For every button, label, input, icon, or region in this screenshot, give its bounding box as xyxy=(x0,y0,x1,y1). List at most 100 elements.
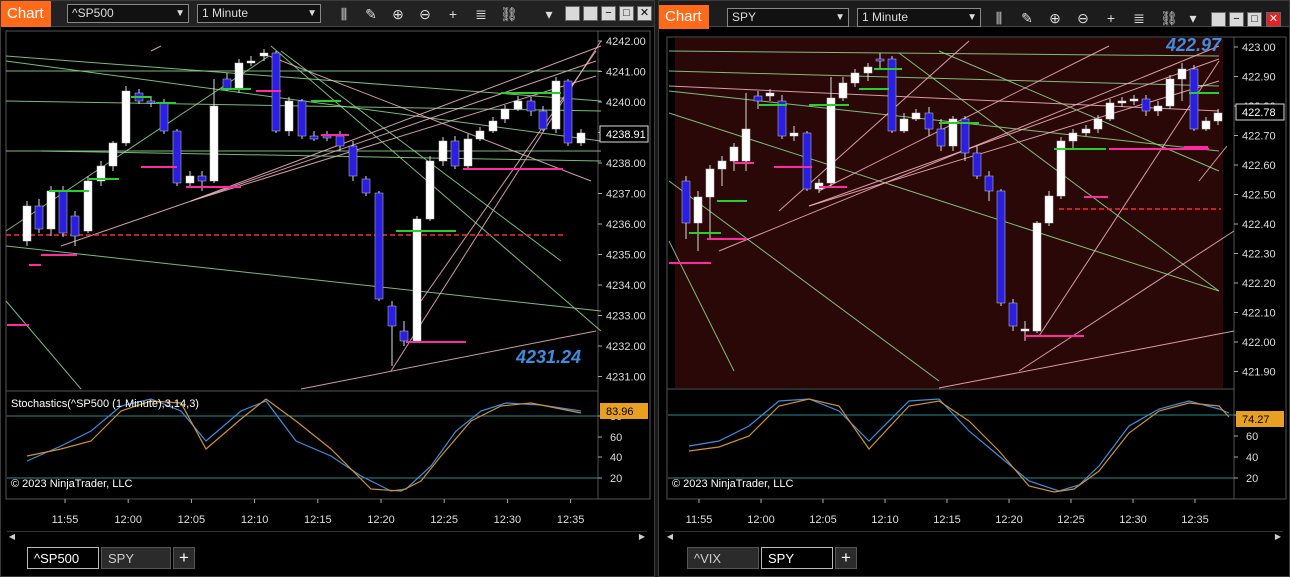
tab-spy[interactable]: SPY xyxy=(761,547,833,569)
time-axis-label: 12:05 xyxy=(809,514,837,526)
price-axis-label: 4236.00 xyxy=(606,219,646,231)
candle-body xyxy=(284,100,294,132)
current-price-label: 422.78 xyxy=(1242,107,1276,119)
add-tab-button[interactable]: + xyxy=(173,547,195,569)
candle-body xyxy=(172,130,182,184)
candle-body xyxy=(335,135,345,147)
candle-body xyxy=(526,100,536,112)
current-price-label: 4238.91 xyxy=(606,129,646,141)
candle-body xyxy=(538,110,548,130)
horizontal-scrollbar[interactable] xyxy=(7,531,647,543)
candle-body xyxy=(563,80,573,144)
add-tab-button[interactable]: + xyxy=(835,547,857,569)
candle-body xyxy=(924,112,934,130)
price-axis-label: 422.60 xyxy=(1242,160,1276,172)
candle-body xyxy=(1141,98,1151,112)
time-axis-label: 12:30 xyxy=(494,514,522,526)
candle-body xyxy=(899,118,909,132)
last-price-display: 422.97 xyxy=(1165,35,1222,55)
tab-vix[interactable]: ^VIX xyxy=(687,547,759,569)
horizontal-scrollbar[interactable] xyxy=(665,531,1283,543)
candle-body xyxy=(729,146,739,162)
candle-body xyxy=(209,105,219,182)
tab-sp500[interactable]: ^SP500 xyxy=(27,547,99,569)
candle-body xyxy=(1153,105,1163,112)
candle-body xyxy=(996,190,1006,304)
candle-body xyxy=(1068,132,1078,142)
price-axis-label: 422.00 xyxy=(1242,337,1276,349)
indicator-value-label: 74.27 xyxy=(1242,414,1270,426)
candle-body xyxy=(753,95,763,102)
candle-body xyxy=(1008,302,1018,327)
time-axis-label: 12:00 xyxy=(747,514,775,526)
candle-body xyxy=(1044,195,1054,224)
time-axis-label: 12:25 xyxy=(430,514,458,526)
copyright-text: © 2023 NinjaTrader, LLC xyxy=(672,478,793,490)
candle-body xyxy=(1105,102,1115,120)
osc-axis-label: 40 xyxy=(1246,452,1258,464)
time-axis-label: 12:15 xyxy=(933,514,961,526)
candle-body xyxy=(121,90,131,144)
candle-body xyxy=(46,190,56,230)
time-axis-label: 12:15 xyxy=(304,514,332,526)
candle-body xyxy=(765,92,775,97)
price-axis-label: 4237.00 xyxy=(606,189,646,201)
candle-body xyxy=(374,192,384,300)
candle-body xyxy=(1177,68,1187,80)
candle-body xyxy=(936,128,946,147)
indicator-value-label: 83.96 xyxy=(606,406,634,418)
time-axis-label: 12:25 xyxy=(1057,514,1085,526)
candle-body xyxy=(83,180,93,232)
candle-body xyxy=(513,100,523,110)
candle-body xyxy=(802,132,812,190)
candle-body xyxy=(309,135,319,140)
candle-body xyxy=(108,142,118,167)
price-axis-label: 4232.00 xyxy=(606,341,646,353)
scroll-left-icon[interactable]: ◀ xyxy=(7,531,17,542)
candle-body xyxy=(1020,328,1030,332)
scroll-right-icon[interactable]: ▶ xyxy=(637,531,647,542)
scroll-right-icon[interactable]: ▶ xyxy=(1273,531,1283,542)
time-axis-label: 12:35 xyxy=(1181,514,1209,526)
candle-body xyxy=(551,80,561,130)
candle-body xyxy=(70,215,80,237)
candle-body xyxy=(361,178,371,194)
candle-body xyxy=(1129,98,1139,102)
price-axis-label: 422.70 xyxy=(1242,131,1276,143)
time-axis-label: 11:55 xyxy=(686,514,713,526)
candle-body xyxy=(322,135,332,139)
price-chart-panel[interactable]: 4242.004241.004240.004239.004238.004237.… xyxy=(1,1,656,577)
scroll-left-icon[interactable]: ◀ xyxy=(665,531,675,542)
time-axis-label: 12:10 xyxy=(871,514,899,526)
chart-window-right: Chart SPY ▼ 1 Minute ▼ ⫼ ✎ ⊕ ⊖ + ≣ ⛓ ▾ − □… xyxy=(658,0,1290,577)
candle-body xyxy=(705,168,715,198)
tab-bar: ^SP500 SPY + xyxy=(1,544,654,576)
candle-body xyxy=(259,52,269,57)
candle-body xyxy=(159,102,169,132)
time-axis-label: 12:00 xyxy=(114,514,142,526)
chart-window-left: Chart ^SP500 ▼ 1 Minute ▼ ⫼ ✎ ⊕ ⊖ + ≣ ⛓ ▾ … xyxy=(0,0,655,577)
candle-body xyxy=(34,205,44,230)
candle-body xyxy=(984,175,994,192)
osc-axis-label: 60 xyxy=(1246,431,1258,443)
price-axis-label: 4241.00 xyxy=(606,67,646,79)
candle-body xyxy=(475,130,485,140)
price-axis-label: 422.10 xyxy=(1242,308,1276,320)
osc-axis-label: 40 xyxy=(610,452,622,464)
tab-spy[interactable]: SPY xyxy=(101,547,171,569)
price-axis-label: 4233.00 xyxy=(606,311,646,323)
candle-body xyxy=(387,305,397,327)
candle-body xyxy=(234,62,244,90)
price-chart-panel[interactable]: 423.00422.90422.80422.70422.60422.50422.… xyxy=(659,1,1290,577)
price-axis-label: 422.30 xyxy=(1242,249,1276,261)
candle-body xyxy=(960,118,970,154)
candle-body xyxy=(412,218,422,342)
price-axis-label: 4242.00 xyxy=(606,36,646,48)
candle-body xyxy=(185,175,195,184)
last-price-display: 4231.24 xyxy=(515,347,581,367)
candle-body xyxy=(863,66,873,74)
candle-body xyxy=(1081,128,1091,134)
time-axis-label: 11:55 xyxy=(52,514,79,526)
candle-body xyxy=(1093,118,1103,130)
candle-body xyxy=(197,175,207,182)
